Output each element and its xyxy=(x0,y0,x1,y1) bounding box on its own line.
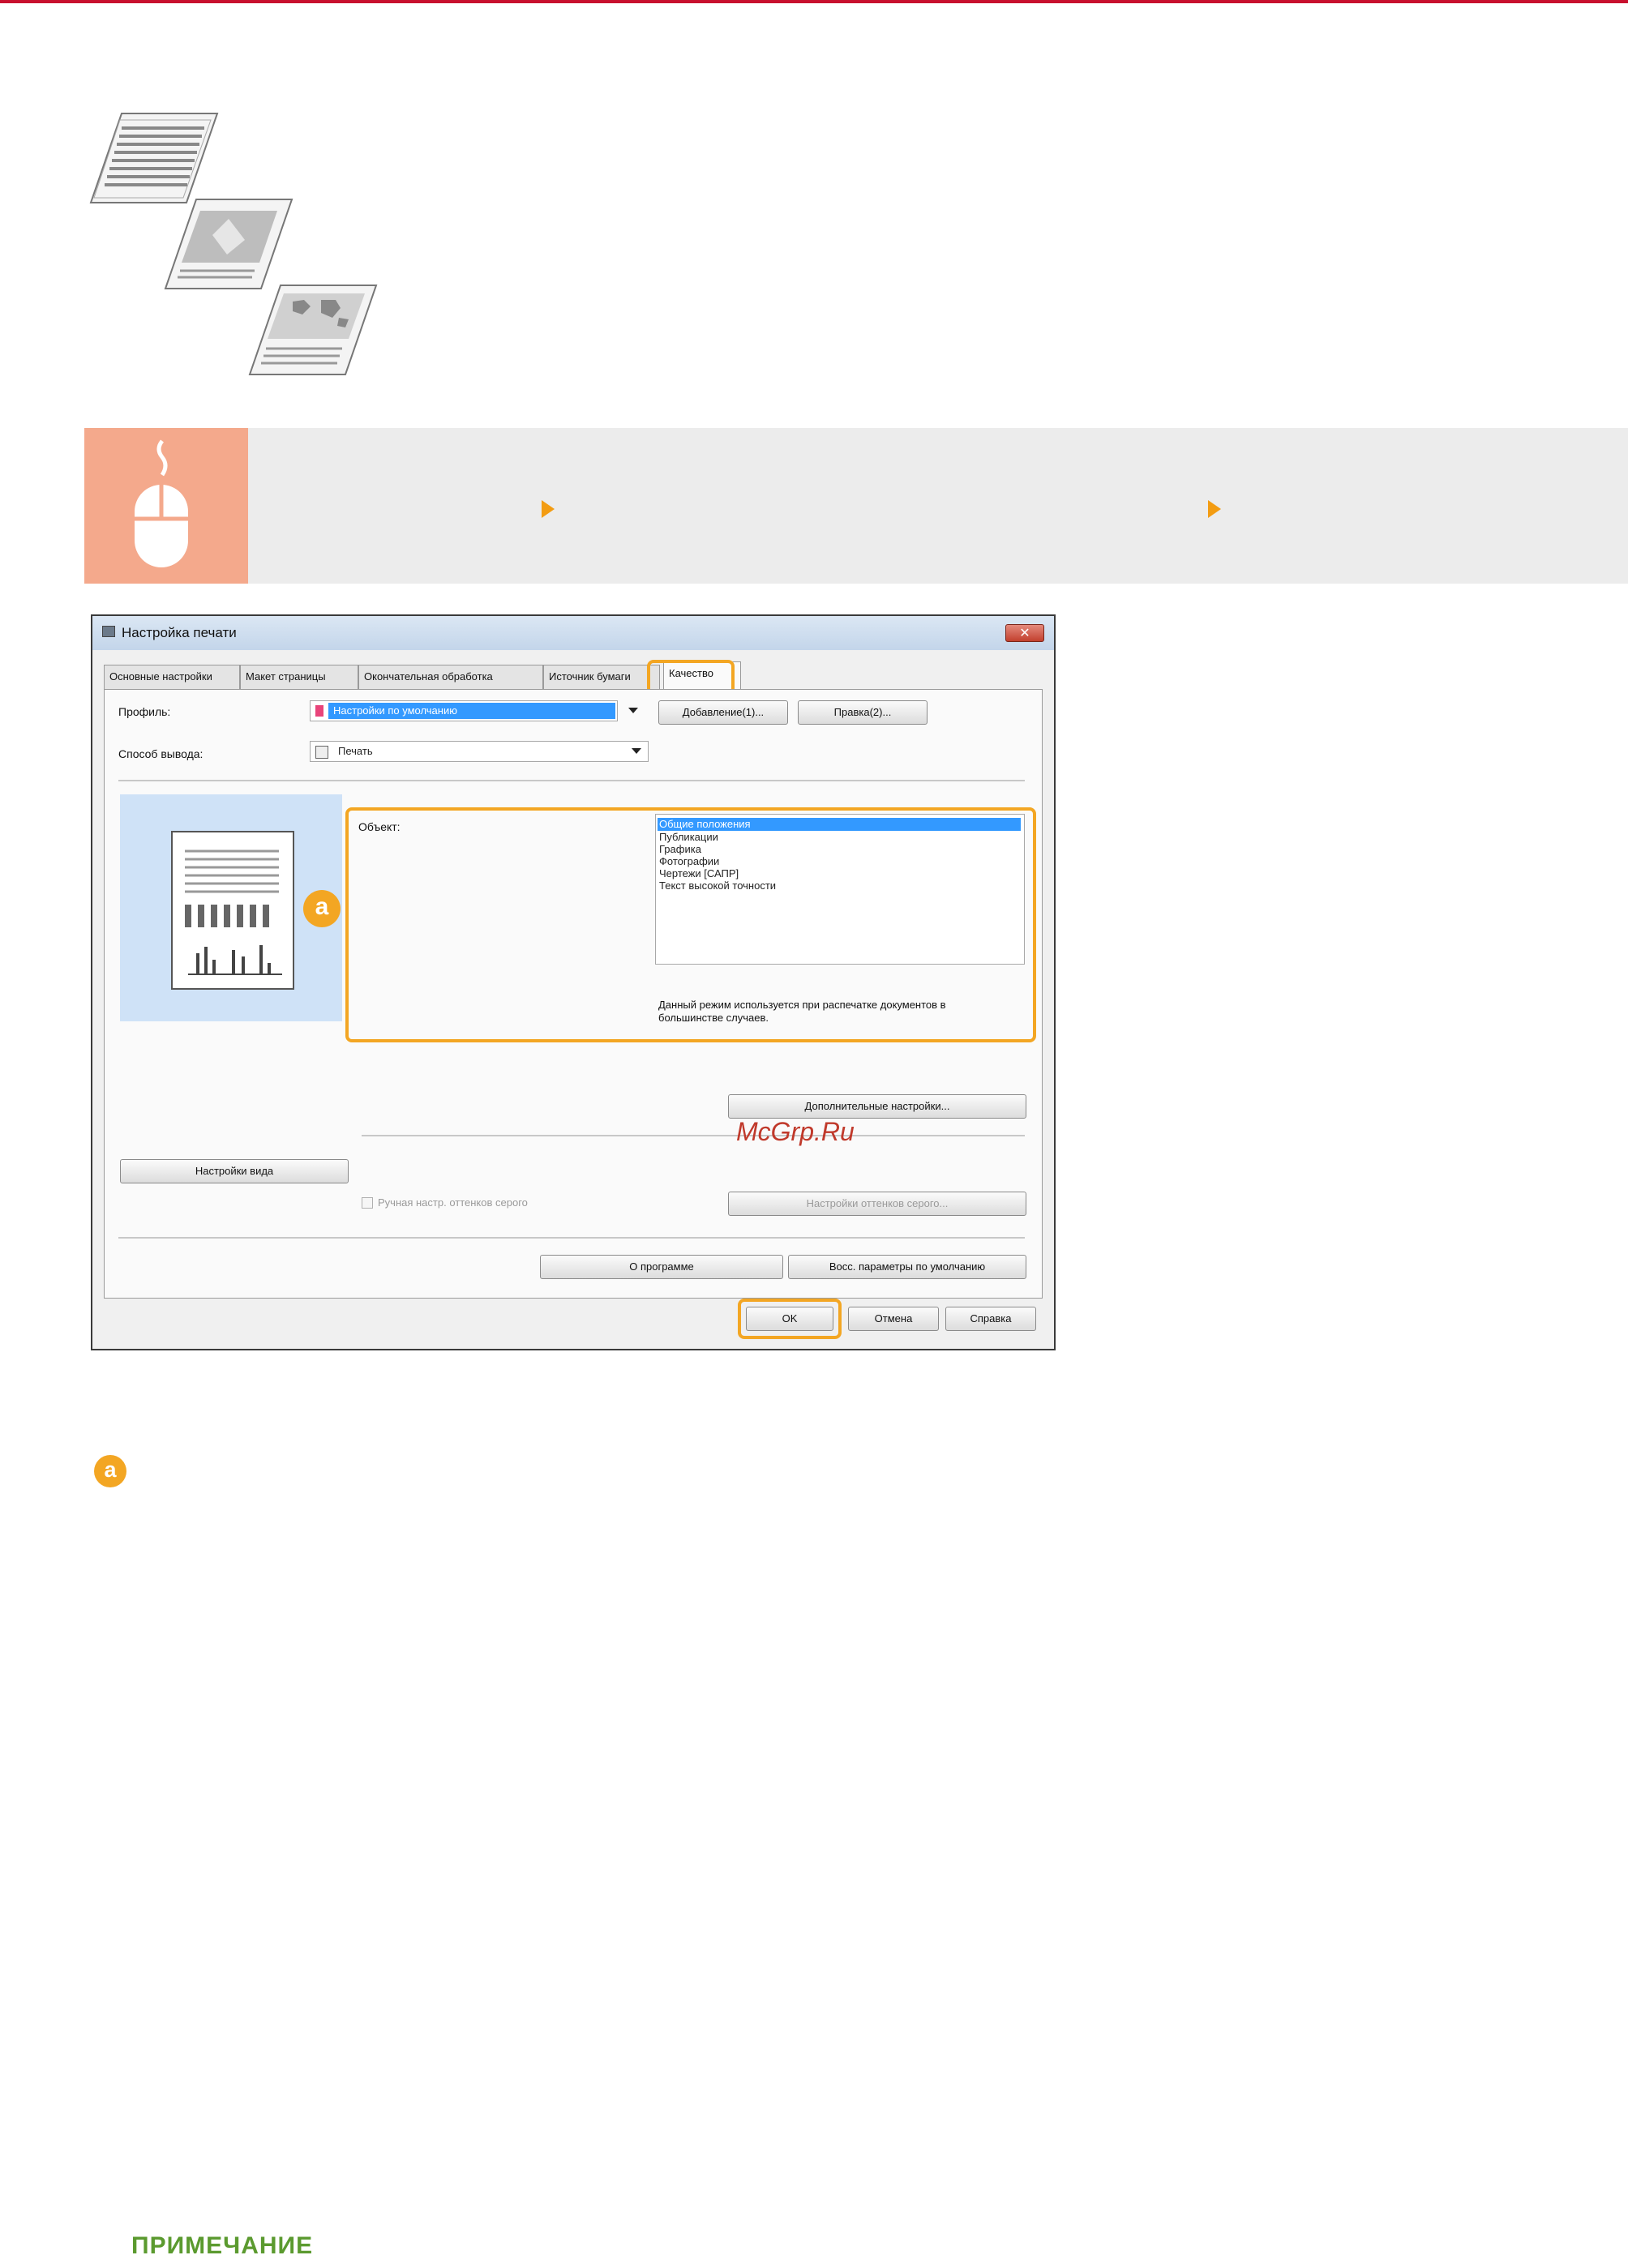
list-item[interactable]: Фотографии xyxy=(659,855,719,868)
object-description: Данный режим используется при распечатке… xyxy=(658,999,946,1024)
restore-defaults-button[interactable]: Восс. параметры по умолчанию xyxy=(788,1255,1026,1279)
mouse-icon xyxy=(84,428,248,584)
instruction-bar xyxy=(84,428,1628,584)
dialog-titlebar: Настройка печати ✕ xyxy=(92,616,1054,650)
ok-button-highlight xyxy=(738,1299,842,1339)
help-button[interactable]: Справка xyxy=(945,1307,1036,1331)
graphics-document-icon xyxy=(164,199,293,289)
profile-label: Профиль: xyxy=(118,705,171,718)
list-item[interactable]: Графика xyxy=(659,843,701,856)
tab-basic-settings[interactable]: Основные настройки xyxy=(104,665,240,689)
list-item[interactable]: Текст высокой точности xyxy=(659,879,776,892)
profile-value: Настройки по умолчанию xyxy=(328,703,615,719)
callout-marker: a xyxy=(303,890,341,927)
printer-icon xyxy=(102,626,115,637)
profile-icon xyxy=(315,705,323,717)
manual-gray-label: Ручная настр. оттенков серого xyxy=(378,1196,528,1209)
chevron-down-icon xyxy=(628,708,638,713)
about-button[interactable]: О программе xyxy=(540,1255,783,1279)
add-profile-button[interactable]: Добавление(1)... xyxy=(658,700,788,725)
list-item[interactable]: Чертежи [САПР] xyxy=(659,867,739,880)
dialog-title: Настройка печати xyxy=(122,625,237,640)
output-method-dropdown[interactable]: Печать xyxy=(310,741,649,762)
chevron-down-icon xyxy=(632,748,641,754)
watermark: McGrp.Ru xyxy=(736,1117,855,1146)
edit-profile-button[interactable]: Правка(2)... xyxy=(798,700,928,725)
separator xyxy=(118,1237,1025,1239)
breadcrumb-arrow-icon xyxy=(542,500,555,518)
note-heading: ПРИМЕЧАНИЕ xyxy=(131,2232,314,2259)
text-document-icon xyxy=(89,113,219,203)
cancel-button[interactable]: Отмена xyxy=(848,1307,939,1331)
printer-icon xyxy=(315,746,328,759)
view-settings-button[interactable]: Настройки вида xyxy=(120,1159,349,1183)
tab-page-layout[interactable]: Макет страницы xyxy=(240,665,358,689)
profile-dropdown[interactable]: Настройки по умолчанию xyxy=(310,700,638,721)
advanced-settings-button[interactable]: Дополнительные настройки... xyxy=(728,1094,1026,1119)
list-item[interactable]: Публикации xyxy=(659,831,718,844)
close-button[interactable]: ✕ xyxy=(1005,624,1044,642)
map-document-icon xyxy=(248,285,378,375)
document-types-illustration xyxy=(89,113,378,375)
object-listbox[interactable]: Общие положения Публикации Графика Фотог… xyxy=(655,814,1025,965)
gray-settings-button[interactable]: Настройки оттенков серого... xyxy=(728,1192,1026,1216)
callout-marker: a xyxy=(94,1455,126,1487)
top-rule xyxy=(0,0,1628,3)
output-method-label: Способ вывода: xyxy=(118,747,204,760)
tab-paper-source[interactable]: Источник бумаги xyxy=(543,665,660,689)
breadcrumb-arrow-icon xyxy=(1208,500,1221,518)
list-item[interactable]: Общие положения xyxy=(658,818,1021,831)
object-label: Объект: xyxy=(358,820,401,833)
output-method-value: Печать xyxy=(338,745,373,757)
manual-gray-checkbox[interactable] xyxy=(362,1197,373,1209)
separator xyxy=(362,1135,1025,1136)
separator xyxy=(118,780,1025,781)
tab-finishing[interactable]: Окончательная обработка xyxy=(358,665,543,689)
